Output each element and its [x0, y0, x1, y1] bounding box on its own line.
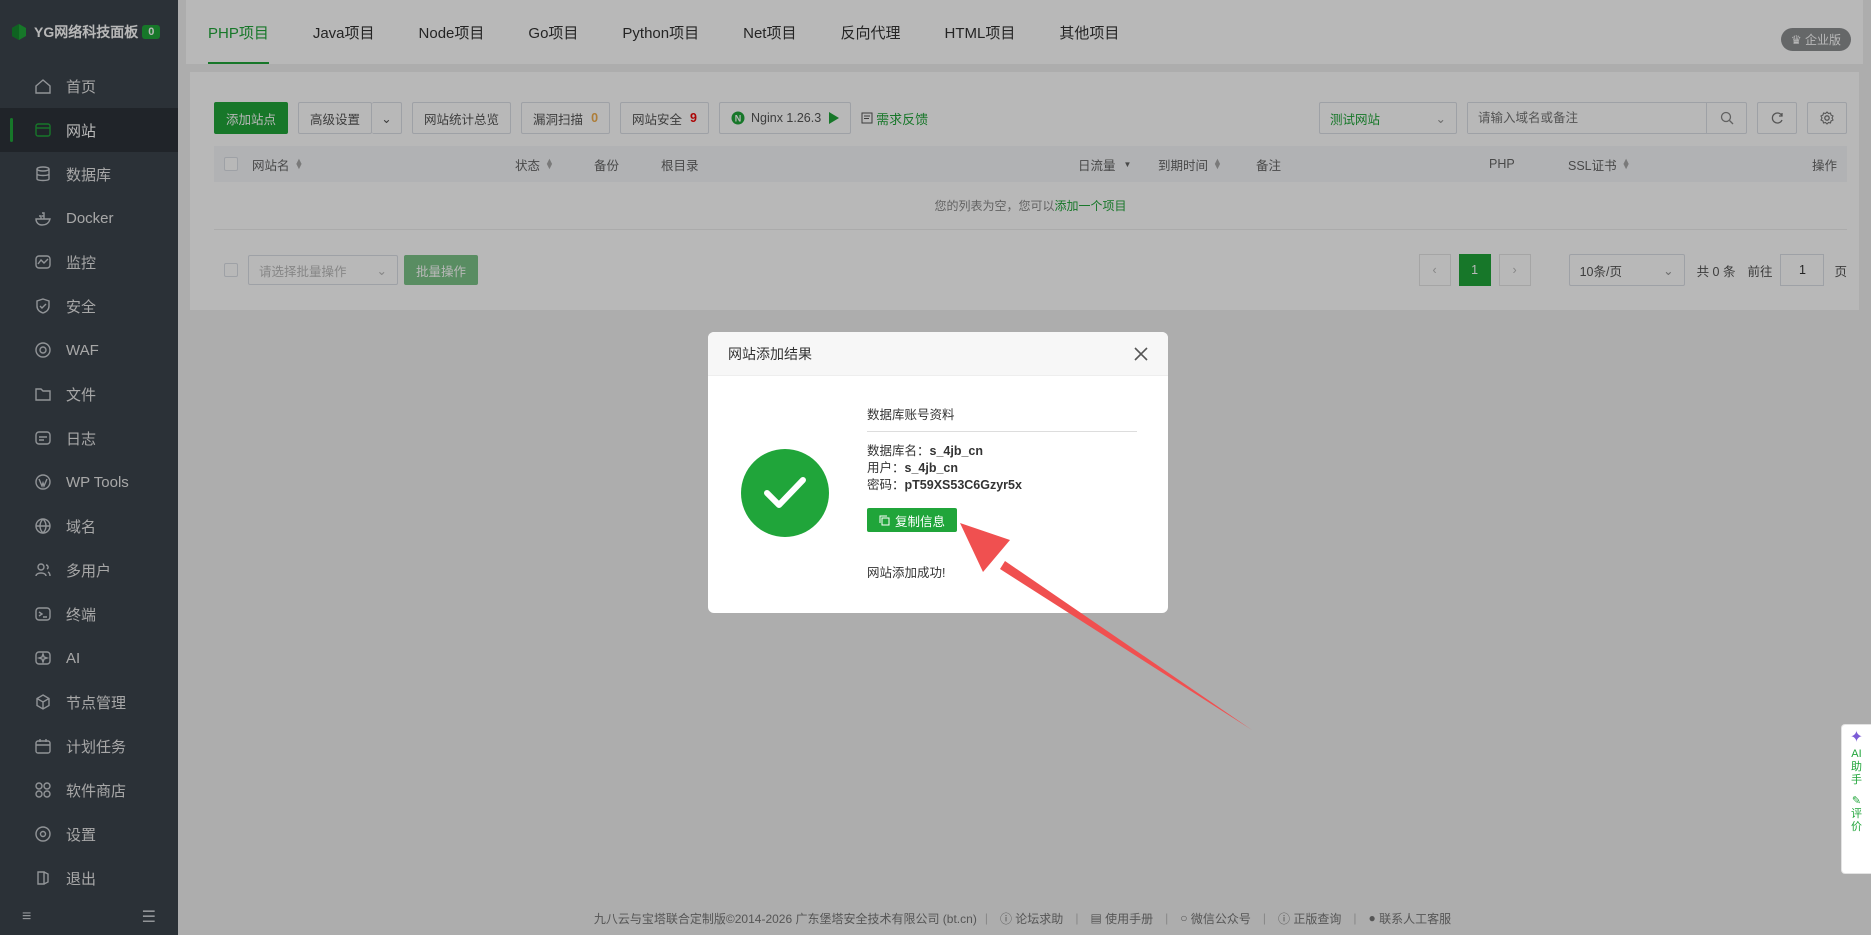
copy-info-label: 复制信息 — [895, 514, 946, 529]
success-message: 网站添加成功! — [867, 566, 946, 580]
close-icon[interactable] — [1132, 345, 1150, 363]
rate-label[interactable]: 评价 — [1851, 808, 1863, 834]
modal-title: 网站添加结果 — [728, 345, 812, 362]
db-name-value: s_4jb_cn — [929, 444, 984, 458]
copy-info-button[interactable]: 复制信息 — [867, 508, 958, 532]
db-name-label: 数据库名： — [867, 444, 930, 458]
db-password-label: 密码： — [867, 478, 905, 492]
copy-icon — [879, 515, 890, 525]
db-info: 数据库账号资料 数据库名：s_4jb_cn 用户：s_4jb_cn 密码：pT5… — [867, 404, 1137, 493]
add-result-modal: 网站添加结果 数据库账号资料 数据库名：s_4jb_cn 用户：s_4jb_cn… — [708, 332, 1168, 613]
float-assistant[interactable]: ✦ AI助手 ✎ 评价 — [1841, 724, 1871, 874]
db-section-title: 数据库账号资料 — [867, 404, 1137, 432]
ai-assistant-icon: ✦ — [1849, 729, 1864, 746]
modal-header: 网站添加结果 — [708, 332, 1168, 376]
db-name-row: 数据库名：s_4jb_cn — [867, 444, 1137, 459]
db-user-label: 用户： — [867, 461, 905, 475]
db-user-value: s_4jb_cn — [904, 461, 959, 475]
db-password-row: 密码：pT59XS53C6Gzyr5x — [867, 478, 1137, 493]
db-user-row: 用户：s_4jb_cn — [867, 461, 1137, 476]
ai-assistant-label[interactable]: AI助手 — [1851, 748, 1863, 787]
db-password-value: pT59XS53C6Gzyr5x — [904, 478, 1022, 492]
success-check-icon — [741, 449, 829, 537]
edit-icon: ✎ — [1851, 795, 1862, 807]
